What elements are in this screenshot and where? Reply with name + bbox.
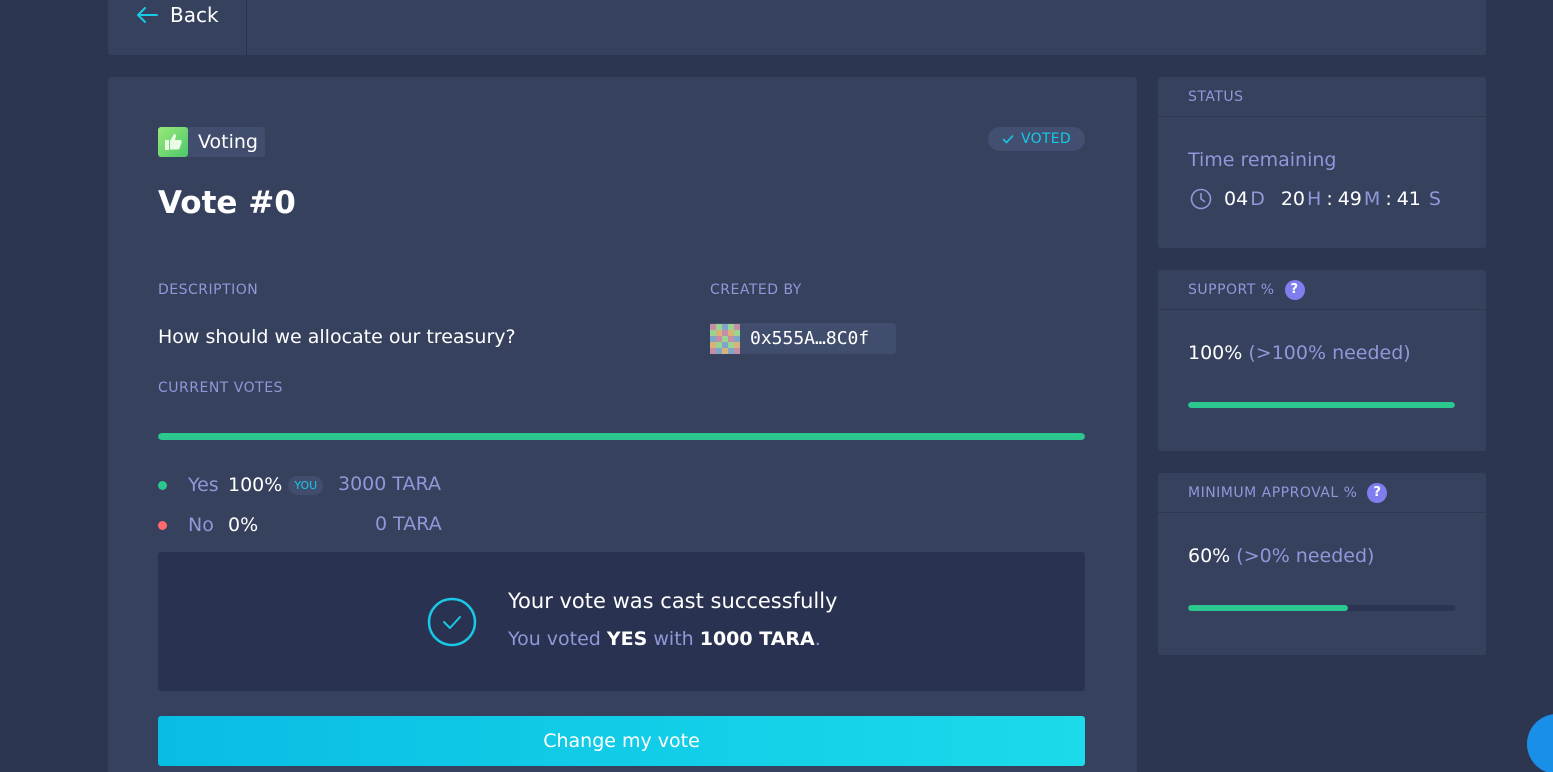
support-card: SUPPORT % ? 100% (>100% needed) (1158, 270, 1486, 451)
check-circle-icon (427, 597, 477, 647)
chat-widget-button[interactable] (1527, 714, 1553, 772)
change-vote-button[interactable]: Change my vote (158, 716, 1085, 766)
arrow-left-icon (137, 6, 158, 23)
help-icon[interactable]: ? (1284, 279, 1305, 300)
support-bar (1188, 402, 1455, 408)
created-by-label: CREATED BY (710, 282, 802, 298)
you-badge: YOU (288, 475, 324, 495)
identicon-avatar (710, 323, 740, 354)
timer-days-unit: D (1250, 188, 1265, 210)
timer-separator: : (1326, 188, 1333, 210)
yes-dot-icon (158, 480, 167, 490)
approval-heading-label: MINIMUM APPROVAL % (1188, 484, 1358, 501)
app-badge: Voting (158, 127, 265, 157)
timer-days: 04 (1224, 188, 1249, 210)
back-button[interactable]: Back (108, 0, 247, 55)
vote-option-no: No 0% (158, 513, 258, 537)
timer-seconds-unit: S (1428, 188, 1441, 210)
top-bar: Back (108, 0, 1486, 55)
check-icon (1002, 134, 1014, 144)
timer-hours: 20 (1280, 188, 1306, 210)
approval-needed: (>0% needed) (1236, 545, 1375, 567)
support-value-line: 100% (>100% needed) (1188, 342, 1411, 364)
yes-label: Yes (188, 474, 219, 496)
success-choice: YES (606, 628, 648, 650)
no-percent: 0% (228, 514, 259, 536)
clock-icon (1190, 188, 1212, 210)
status-card: STATUS Time remaining 04 D 20 H : 49 M :… (1158, 77, 1486, 248)
voting-app-icon (158, 127, 188, 157)
approval-value-line: 60% (>0% needed) (1188, 545, 1374, 567)
creator-address-badge[interactable]: 0x555A…8C0f (710, 323, 896, 354)
success-prefix: You voted (508, 628, 601, 650)
countdown-timer: 04 D 20 H : 49 M : 41 S (1190, 188, 1441, 210)
yes-votes-fill (158, 433, 1085, 440)
time-remaining-label: Time remaining (1188, 149, 1337, 171)
success-period: . (814, 628, 821, 650)
back-label: Back (170, 2, 219, 27)
vote-option-yes: Yes 100% YOU (158, 473, 324, 497)
creator-address: 0x555A…8C0f (750, 328, 870, 349)
no-label: No (188, 514, 214, 536)
support-value: 100% (1188, 342, 1243, 364)
current-votes-bar (158, 433, 1085, 440)
success-with: with (653, 628, 694, 650)
timer-seconds: 41 (1396, 188, 1421, 210)
timer-minutes: 49 (1337, 188, 1362, 210)
vote-title: Vote #0 (158, 185, 296, 221)
vote-success-message: Your vote was cast successfully You vote… (158, 552, 1085, 691)
yes-amount: 3000 TARA (338, 473, 441, 495)
timer-minutes-unit: M (1363, 188, 1381, 210)
timer-separator: : (1385, 188, 1392, 210)
support-heading-label: SUPPORT % (1188, 281, 1275, 298)
support-bar-fill (1188, 402, 1455, 408)
status-heading-label: STATUS (1188, 88, 1244, 105)
approval-value: 60% (1188, 545, 1231, 567)
success-amount: 1000 TARA (699, 628, 815, 650)
no-dot-icon (158, 520, 167, 530)
status-heading: STATUS (1158, 77, 1486, 117)
app-name: Voting (198, 131, 258, 153)
vote-panel: Voting VOTED Vote #0 DESCRIPTION How sho… (108, 77, 1137, 772)
no-amount: 0 TARA (375, 513, 442, 535)
success-title: Your vote was cast successfully (508, 589, 838, 613)
description-label: DESCRIPTION (158, 282, 259, 298)
approval-heading: MINIMUM APPROVAL % ? (1158, 473, 1486, 513)
approval-bar (1188, 605, 1455, 611)
support-heading: SUPPORT % ? (1158, 270, 1486, 310)
help-icon[interactable]: ? (1367, 482, 1388, 503)
vote-description: How should we allocate our treasury? (158, 326, 516, 348)
yes-percent: 100% (228, 474, 283, 496)
voted-status-badge: VOTED (988, 127, 1085, 151)
approval-card: MINIMUM APPROVAL % ? 60% (>0% needed) (1158, 473, 1486, 655)
support-needed: (>100% needed) (1248, 342, 1411, 364)
timer-hours-unit: H (1307, 188, 1322, 210)
voted-label: VOTED (1020, 131, 1072, 147)
approval-bar-fill (1188, 605, 1349, 611)
success-subtitle: You voted YES with 1000 TARA. (508, 628, 821, 650)
current-votes-label: CURRENT VOTES (158, 380, 283, 396)
